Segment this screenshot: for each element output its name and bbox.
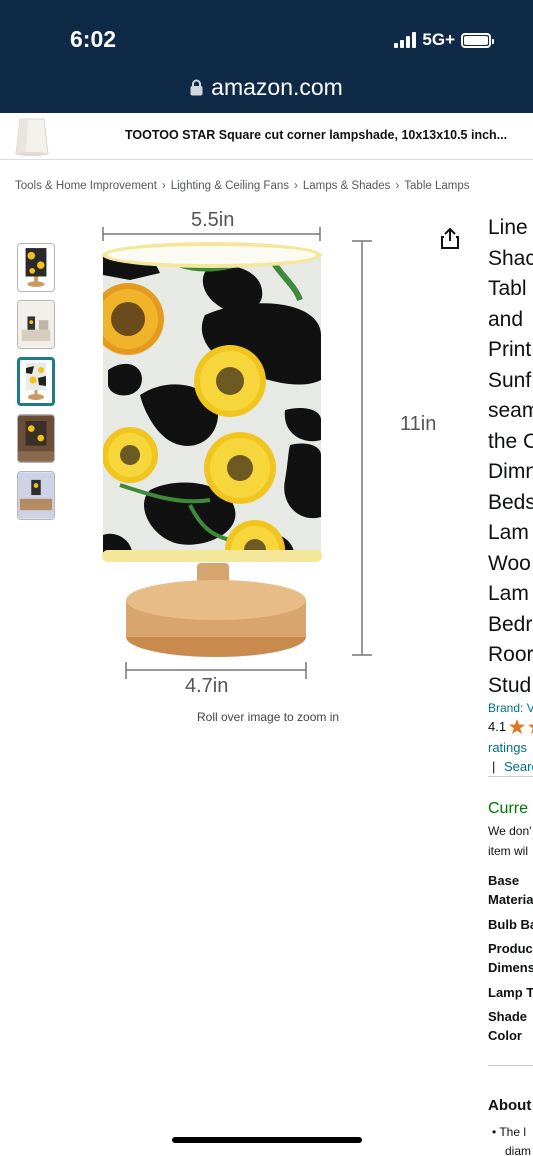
- spec-label-product-dimensions: Produc Dimens: [488, 941, 533, 975]
- zoom-hint: Roll over image to zoom in: [197, 710, 340, 724]
- product-title: Line Shac Tabl and Print Sunf seam the C…: [488, 216, 533, 697]
- ratings-link[interactable]: ratings: [488, 740, 527, 755]
- lamp-illustration: [102, 227, 372, 679]
- search-link[interactable]: Searc: [504, 759, 533, 774]
- thumbnail-3-selected[interactable]: [17, 357, 55, 406]
- breadcrumb-item[interactable]: Lighting & Ceiling Fans: [171, 180, 289, 192]
- rating-row[interactable]: 4.1: [488, 719, 533, 734]
- share-icon[interactable]: [440, 227, 460, 249]
- spec-label-lamp-type: Lamp T: [488, 985, 533, 1000]
- breadcrumb: Tools & Home Improvement › Lighting & Ceil…: [15, 180, 470, 192]
- star-icon: [528, 724, 533, 734]
- thumbnail-strip: [17, 243, 55, 528]
- url-text: amazon.com: [211, 74, 343, 100]
- product-banner[interactable]: TOOTOO STAR Square cut corner lampshade,…: [0, 113, 533, 160]
- thumbnail-2[interactable]: [17, 300, 55, 349]
- search-row: | Searc: [492, 759, 533, 774]
- dimension-top-label: 5.5in: [191, 209, 235, 231]
- breadcrumb-item[interactable]: Table Lamps: [404, 180, 469, 192]
- network-type: 5G+: [422, 30, 455, 49]
- status-icons: 5G+: [394, 30, 494, 50]
- brand-link[interactable]: Brand: V: [488, 701, 533, 715]
- thumbnail-5[interactable]: [17, 471, 55, 520]
- breadcrumb-item[interactable]: Tools & Home Improvement: [15, 180, 157, 192]
- dimension-bottom-label: 4.7in: [185, 675, 229, 697]
- dimension-right-label: 11in: [400, 413, 437, 435]
- availability-note: We don' item wil: [488, 824, 532, 858]
- rating-value: 4.1: [488, 719, 507, 734]
- home-indicator[interactable]: [172, 1137, 362, 1143]
- product-details-column: Line Shac Tabl and Print Sunf seam the C…: [488, 0, 533, 1156]
- breadcrumb-item[interactable]: Lamps & Shades: [303, 180, 391, 192]
- banner-title: TOOTOO STAR Square cut corner lampshade,…: [125, 128, 508, 142]
- thumbnail-1[interactable]: [17, 243, 55, 292]
- spec-label-base-material: Base Materia: [488, 873, 533, 907]
- lampshade-thumbnail: [15, 118, 49, 156]
- availability-status: Curre: [488, 800, 529, 817]
- spec-label-shade-color: Shade Color: [488, 1009, 528, 1043]
- thumbnail-4[interactable]: [17, 414, 55, 463]
- divider: [488, 1065, 533, 1066]
- browser-header: 6:02 5G+ amazon.com: [0, 0, 533, 113]
- lock-icon: [190, 79, 203, 96]
- about-heading: About: [488, 1097, 532, 1114]
- status-time: 6:02: [70, 26, 117, 52]
- signal-icon: [394, 32, 417, 48]
- battery-icon: [461, 32, 494, 48]
- main-product-image[interactable]: 5.5in 11in 4.7in: [90, 205, 480, 700]
- divider: [488, 776, 533, 777]
- star-icon: [509, 719, 526, 734]
- spec-label-bulb-base: Bulb Ba: [488, 917, 533, 932]
- url-bar[interactable]: amazon.com: [0, 74, 533, 101]
- about-bullet: • The l diam: [492, 1125, 532, 1156]
